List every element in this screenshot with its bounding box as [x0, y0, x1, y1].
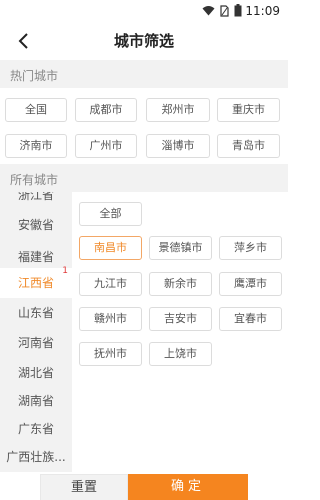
hot-city-chip[interactable]: 广州市 — [75, 134, 137, 158]
nav-bar: 城市筛选 — [0, 22, 288, 60]
hot-city-chip[interactable]: 全国 — [5, 98, 67, 122]
city-grid: 全部 南昌市 景德镇市 萍乡市 九江市 新余市 鹰潭市 赣州市 吉安市 宜春市 … — [72, 192, 288, 472]
hot-cities-header: 热门城市 — [0, 60, 288, 88]
hot-city-chip[interactable]: 济南市 — [5, 134, 67, 158]
city-chip[interactable]: 新余市 — [149, 272, 212, 296]
hot-city-chip[interactable]: 淄博市 — [146, 134, 210, 158]
province-item[interactable]: 山东省 — [0, 298, 72, 328]
reset-button[interactable]: 重置 — [40, 474, 128, 500]
wifi-icon — [202, 6, 215, 16]
hot-city-chip[interactable]: 青岛市 — [217, 134, 280, 158]
all-cities-header: 所有城市 — [0, 164, 288, 192]
city-chip[interactable]: 赣州市 — [79, 307, 142, 331]
page-title: 城市筛选 — [113, 32, 174, 50]
city-chip[interactable]: 抚州市 — [79, 342, 142, 366]
city-chip[interactable]: 萍乡市 — [219, 236, 282, 260]
city-chip[interactable]: 上饶市 — [149, 342, 212, 366]
province-item[interactable]: 浙江省 — [0, 192, 72, 210]
province-item[interactable]: 湖北省 — [0, 358, 72, 388]
province-item[interactable]: 广东省 — [0, 414, 72, 444]
status-bar: 11:09 — [0, 0, 288, 22]
province-item[interactable]: 河南省 — [0, 328, 72, 358]
clock: 11:09 — [245, 4, 280, 18]
hot-city-chip[interactable]: 重庆市 — [217, 98, 280, 122]
city-chip[interactable]: 鹰潭市 — [219, 272, 282, 296]
battery-icon — [234, 4, 242, 17]
sim-no-signal-icon — [220, 4, 229, 17]
footer-actions: 重置 确定 — [0, 472, 288, 500]
all-cities-button[interactable]: 全部 — [79, 202, 142, 226]
city-chip[interactable]: 吉安市 — [149, 307, 212, 331]
province-item-label: 江西省 — [17, 276, 54, 290]
province-item[interactable]: 安徽省 — [0, 210, 72, 240]
province-item[interactable]: 湖南省 — [0, 386, 72, 416]
hot-cities-grid: 全国 成都市 郑州市 重庆市 济南市 广州市 淄博市 青岛市 — [0, 88, 288, 164]
province-list[interactable]: 浙江省 安徽省 福建省 江西省 1 山东省 河南省 湖北省 湖南省 广东省 广西… — [0, 192, 72, 472]
selection-count-badge: 1 — [62, 266, 68, 276]
confirm-button[interactable]: 确定 — [128, 474, 248, 500]
hot-city-chip[interactable]: 郑州市 — [146, 98, 210, 122]
city-chip[interactable]: 九江市 — [79, 272, 142, 296]
province-item[interactable]: 广西壮族... — [0, 442, 72, 472]
hot-city-chip[interactable]: 成都市 — [75, 98, 137, 122]
city-chip[interactable]: 景德镇市 — [149, 236, 212, 260]
city-chip-selected[interactable]: 南昌市 — [79, 236, 142, 260]
status-icons — [202, 4, 242, 17]
city-chip[interactable]: 宜春市 — [219, 307, 282, 331]
province-item-active[interactable]: 江西省 1 — [0, 266, 72, 298]
